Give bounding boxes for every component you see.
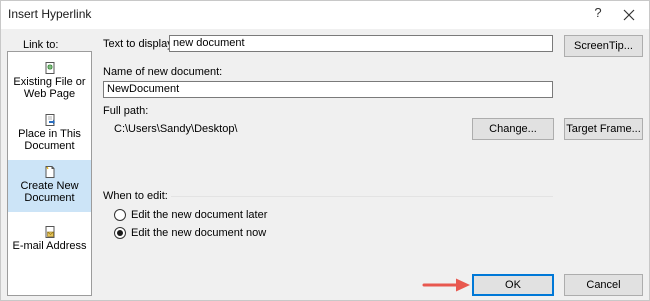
name-of-new-document-label: Name of new document: bbox=[103, 66, 223, 78]
title-bar: Insert Hyperlink ? bbox=[1, 1, 649, 29]
new-document-name-field[interactable]: NewDocument bbox=[103, 81, 553, 98]
link-to-panel: Existing File or Web Page Place in This … bbox=[7, 51, 92, 296]
link-to-label: Link to: bbox=[23, 39, 59, 51]
text-to-display-field[interactable]: new document bbox=[169, 35, 553, 52]
text-to-display-label: Text to display: bbox=[103, 38, 176, 50]
full-path-label: Full path: bbox=[103, 105, 149, 117]
edit-now-label: Edit the new document now bbox=[131, 227, 267, 239]
edit-now-radio[interactable]: Edit the new document now bbox=[114, 227, 274, 241]
link-item-label: Create New bbox=[20, 180, 79, 192]
link-item-place-in-document[interactable]: Place in This Document bbox=[8, 114, 91, 162]
change-button[interactable]: Change... bbox=[472, 118, 554, 140]
link-item-label: E-mail Address bbox=[12, 240, 87, 252]
radio-circle-checked bbox=[114, 227, 126, 239]
close-icon[interactable] bbox=[620, 6, 638, 24]
screentip-button[interactable]: ScreenTip... bbox=[564, 35, 643, 57]
when-to-edit-divider bbox=[171, 196, 553, 197]
help-button[interactable]: ? bbox=[590, 5, 606, 25]
cancel-button[interactable]: Cancel bbox=[564, 274, 643, 296]
link-item-label: Place in This bbox=[18, 128, 81, 140]
when-to-edit-label: When to edit: bbox=[103, 190, 168, 202]
target-frame-button[interactable]: Target Frame... bbox=[564, 118, 643, 140]
link-item-create-new-document[interactable]: Create New Document bbox=[8, 160, 91, 212]
link-item-existing-file[interactable]: Existing File or Web Page bbox=[8, 62, 91, 110]
link-item-label: Web Page bbox=[23, 88, 76, 100]
insert-hyperlink-dialog: Insert Hyperlink ? Link to: Existing Fil… bbox=[0, 0, 650, 301]
edit-later-label: Edit the new document later bbox=[131, 209, 268, 221]
dialog-title: Insert Hyperlink bbox=[8, 7, 92, 21]
place-in-document-icon bbox=[45, 114, 55, 126]
link-item-label: Existing File or bbox=[13, 76, 86, 88]
radio-circle bbox=[114, 209, 126, 221]
email-address-icon bbox=[45, 226, 54, 238]
link-item-label: Document bbox=[24, 192, 75, 204]
full-path-value: C:\Users\Sandy\Desktop\ bbox=[114, 123, 238, 135]
link-item-email-address[interactable]: E-mail Address bbox=[8, 226, 91, 258]
ok-button[interactable]: OK bbox=[472, 274, 554, 296]
existing-file-icon bbox=[45, 62, 54, 74]
annotation-arrow-icon bbox=[422, 278, 470, 292]
create-new-document-icon bbox=[45, 166, 54, 178]
link-item-label: Document bbox=[24, 140, 75, 152]
edit-later-radio[interactable]: Edit the new document later bbox=[114, 209, 274, 223]
